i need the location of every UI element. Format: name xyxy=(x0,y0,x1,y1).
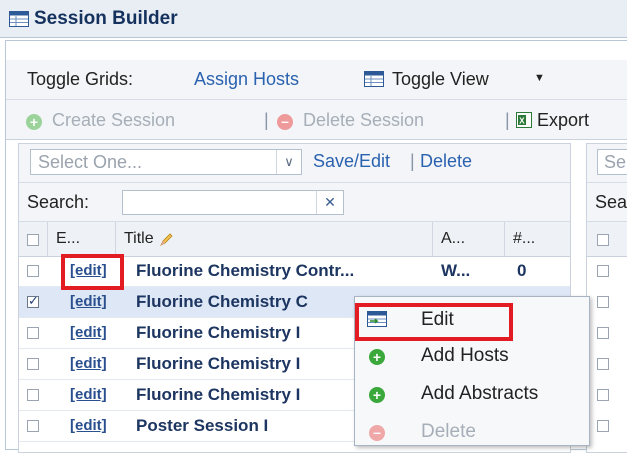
toolbar-separator: | xyxy=(505,110,510,130)
host-row-checkbox[interactable] xyxy=(597,327,609,339)
row-title: Fluorine Chemistry I xyxy=(136,323,301,342)
row-checkbox[interactable] xyxy=(27,293,39,309)
host-row-checkbox[interactable] xyxy=(597,420,609,432)
edit-link[interactable]: [edit] xyxy=(70,386,107,403)
session-select[interactable]: Select One... ∨ xyxy=(30,149,302,175)
row-checkbox[interactable] xyxy=(27,265,39,277)
hosts-select-placeholder: Se xyxy=(604,152,627,172)
context-menu-item-add-abstracts[interactable]: Add Abstracts xyxy=(421,383,538,405)
context-edit-highlight xyxy=(355,303,513,341)
grid-icon xyxy=(364,71,384,87)
clear-search-icon[interactable]: ✕ xyxy=(316,191,343,214)
search-label: Search: xyxy=(27,192,90,212)
column-header-a[interactable]: A... xyxy=(441,230,465,248)
window-title: Session Builder xyxy=(34,8,178,29)
remove-icon: – xyxy=(277,114,293,130)
create-session-button[interactable]: Create Session xyxy=(52,110,175,131)
window-titlebar: Session Builder xyxy=(0,0,627,38)
row-checkbox[interactable] xyxy=(27,389,39,401)
hosts-select-all-checkbox[interactable] xyxy=(597,234,609,246)
dropdown-arrow-icon[interactable]: ▼ xyxy=(534,72,545,84)
row-count-value: 0 xyxy=(517,261,527,280)
link-separator: | xyxy=(410,151,415,171)
grid-header-row xyxy=(19,222,570,257)
toggle-view-button[interactable]: Toggle View xyxy=(392,69,489,90)
context-menu-item-add-hosts[interactable]: Add Hosts xyxy=(421,345,509,367)
column-header-edit[interactable]: E... xyxy=(56,230,80,248)
toggle-grids-label: Toggle Grids: xyxy=(27,69,134,89)
export-button[interactable]: Export xyxy=(537,110,589,131)
context-menu-item-delete: Delete xyxy=(421,421,476,442)
host-row-checkbox[interactable] xyxy=(597,358,609,370)
hosts-select[interactable]: Se xyxy=(597,149,627,175)
chevron-down-icon[interactable]: ∨ xyxy=(276,150,301,174)
row-checkbox[interactable] xyxy=(27,327,39,339)
edit-link[interactable]: [edit] xyxy=(70,355,107,372)
row-checkbox[interactable] xyxy=(27,358,39,370)
row-checkbox[interactable] xyxy=(27,420,39,432)
delete-session-button[interactable]: Delete Session xyxy=(303,110,424,131)
add-icon: + xyxy=(26,114,42,130)
column-header-title[interactable]: Title xyxy=(124,230,154,248)
pencil-icon xyxy=(160,233,173,246)
edit-link-highlight xyxy=(61,254,124,290)
edit-link[interactable]: [edit] xyxy=(70,417,107,434)
search-input[interactable] xyxy=(123,191,323,214)
assign-hosts-link[interactable]: Assign Hosts xyxy=(194,69,299,90)
remove-icon: – xyxy=(369,425,385,441)
row-a-value: W... xyxy=(441,261,471,280)
excel-icon: X xyxy=(516,112,532,128)
toolbar-separator: | xyxy=(264,110,269,130)
select-placeholder: Select One... xyxy=(38,152,143,172)
edit-link[interactable]: [edit] xyxy=(70,293,107,310)
hosts-search-label: Sea xyxy=(595,192,627,212)
delete-view-link[interactable]: Delete xyxy=(420,151,472,172)
search-field[interactable]: ✕ xyxy=(122,190,344,215)
edit-link[interactable]: [edit] xyxy=(70,324,107,341)
host-row-checkbox[interactable] xyxy=(597,389,609,401)
row-title: Fluorine Chemistry I xyxy=(136,354,301,373)
row-title: Poster Session I xyxy=(136,416,269,435)
save-edit-link[interactable]: Save/Edit xyxy=(313,151,390,172)
select-all-checkbox[interactable] xyxy=(27,234,39,246)
host-row-checkbox[interactable] xyxy=(597,296,609,308)
svg-text:X: X xyxy=(519,117,525,126)
row-title: Fluorine Chemistry Contr... xyxy=(136,261,355,280)
add-icon: + xyxy=(369,387,385,403)
row-title: Fluorine Chemistry C xyxy=(136,292,308,311)
column-header-count[interactable]: #... xyxy=(513,230,535,248)
add-icon: + xyxy=(369,349,385,365)
host-row-checkbox[interactable] xyxy=(597,265,609,277)
row-title: Fluorine Chemistry I xyxy=(136,385,301,404)
grid-icon xyxy=(9,11,29,27)
